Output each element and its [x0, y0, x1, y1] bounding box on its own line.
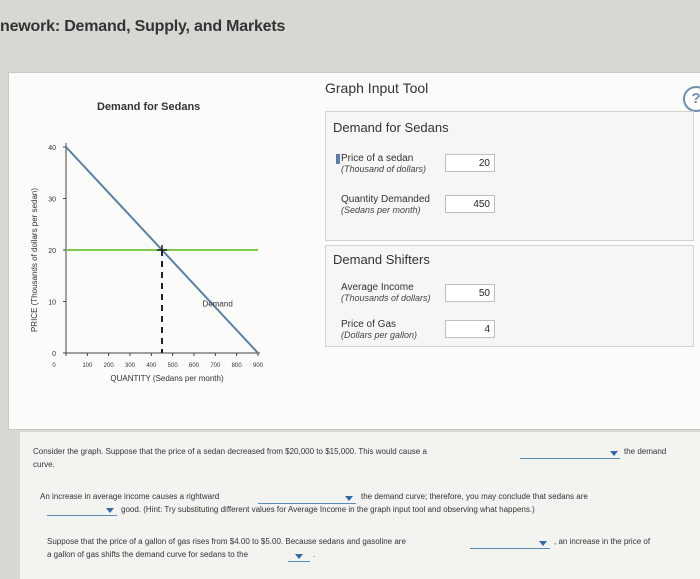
qty-input[interactable]: 450: [445, 195, 495, 213]
demand-curve-label: Demand: [203, 300, 233, 309]
q1-text-a: Consider the graph. Suppose that the pri…: [33, 447, 427, 456]
q3-dropdown-2-arrow-icon[interactable]: [295, 554, 303, 559]
x-tick-label-800: 800: [232, 363, 243, 369]
q2-text-b: the demand curve; therefore, you may con…: [361, 492, 588, 501]
gas-label-text: Price of Gas: [341, 319, 397, 330]
q2-dropdown-1[interactable]: [258, 493, 356, 504]
x-tick-label-600: 600: [189, 363, 200, 369]
gas-label: Price of Gas (Dollars per gallon): [341, 319, 441, 341]
q2-text-a: An increase in average income causes a r…: [40, 492, 220, 501]
q3-period: .: [313, 550, 316, 559]
q2-text-c: good. (Hint: Try substituting different …: [121, 505, 535, 514]
price-input[interactable]: 20: [445, 154, 495, 172]
y-tick-label-40: 40: [48, 145, 56, 152]
income-label: Average Income (Thousands of dollars): [341, 282, 431, 304]
q3-text-c: a gallon of gas shifts the demand curve …: [47, 550, 249, 559]
price-unit-text: (Thousand of dollars): [341, 164, 427, 174]
y-axis-label: PRICE (Thousands of dollars per sedan): [30, 188, 39, 332]
qty-label: Quantity Demanded (Sedans per month): [341, 194, 431, 216]
shifters-box-title: Demand Shifters: [333, 252, 430, 267]
q1-dropdown[interactable]: [520, 448, 620, 459]
q2-dropdown-2-arrow-icon[interactable]: [106, 508, 114, 513]
price-label: Price of a sedan (Thousand of dollars): [341, 153, 431, 175]
income-label-text: Average Income: [341, 282, 414, 293]
q1-dropdown-arrow-icon[interactable]: [610, 451, 618, 456]
y-tick-label-10: 10: [48, 300, 56, 307]
x-tick-label-900: 900: [253, 363, 264, 369]
x-tick-label-100: 100: [82, 363, 93, 369]
qty-unit-text: (Sedans per month): [341, 205, 421, 215]
q3-text-a: Suppose that the price of a gallon of ga…: [47, 537, 406, 546]
q3-dropdown-1-arrow-icon[interactable]: [539, 541, 547, 546]
x-tick-label-0: 0: [52, 363, 56, 369]
price-marker: [336, 154, 340, 164]
y-tick-label-30: 30: [48, 197, 56, 204]
x-tick-label-400: 400: [146, 363, 157, 369]
gas-input[interactable]: 4: [445, 320, 495, 338]
price-label-text: Price of a sedan: [341, 153, 414, 164]
q3-text-b: , an increase in the price of: [554, 537, 651, 546]
y-tick-label-0: 0: [52, 351, 56, 358]
x-axis-label: QUANTITY (Sedans per month): [110, 374, 224, 383]
x-tick-label-500: 500: [168, 363, 179, 369]
gas-unit-text: (Dollars per gallon): [341, 330, 418, 340]
demand-box-title: Demand for Sedans: [333, 120, 449, 135]
income-unit-text: (Thousands of dollars): [341, 293, 431, 303]
q1-text-c: curve.: [33, 460, 55, 469]
q2-dropdown-1-arrow-icon[interactable]: [345, 496, 353, 501]
x-tick-label-700: 700: [210, 363, 221, 369]
x-tick-label-300: 300: [125, 363, 136, 369]
qty-label-text: Quantity Demanded: [341, 194, 430, 205]
y-tick-label-20: 20: [48, 248, 56, 255]
x-tick-label-200: 200: [104, 363, 115, 369]
income-input[interactable]: 50: [445, 284, 495, 302]
q3-dropdown-1[interactable]: [470, 538, 550, 549]
q1-text-b: the demand: [624, 447, 667, 456]
